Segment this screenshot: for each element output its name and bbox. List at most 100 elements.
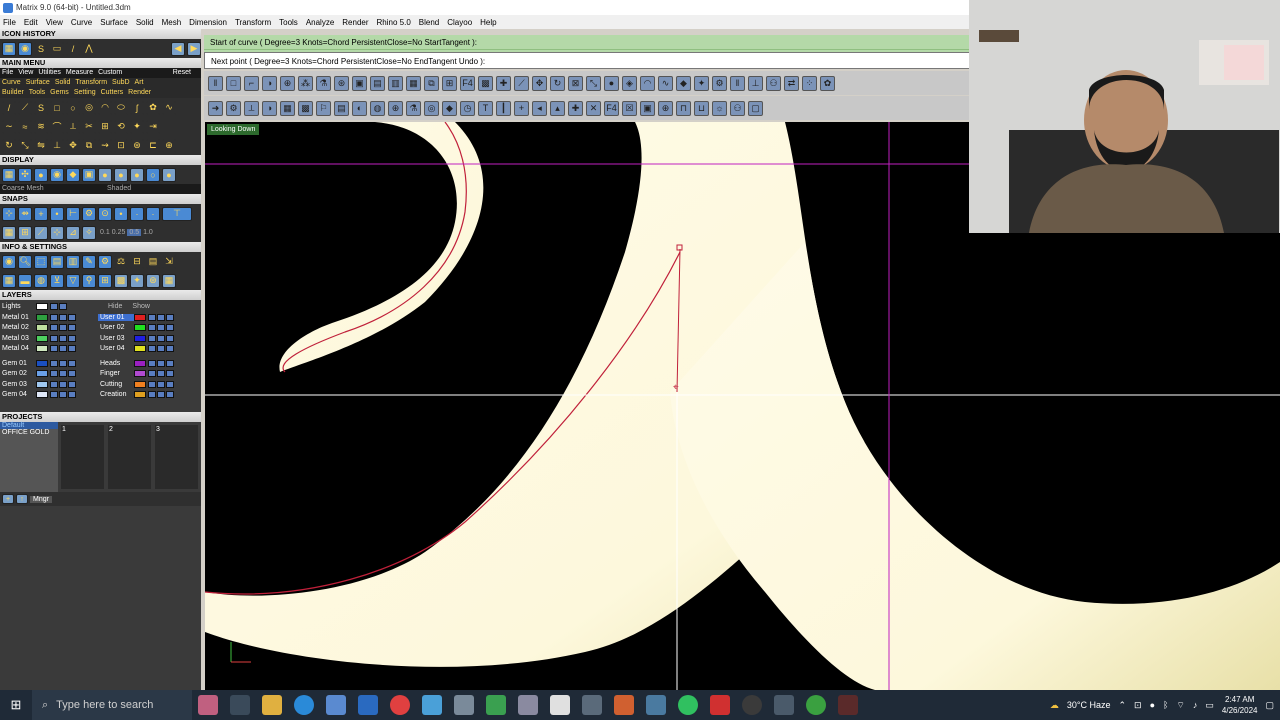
fillet-icon[interactable]: ⌒ — [50, 119, 64, 134]
gear-icon[interactable]: ⚙ — [712, 75, 727, 91]
target-icon[interactable]: ⊛ — [334, 75, 349, 91]
arc-icon[interactable]: ◠ — [98, 100, 112, 115]
layout-icon[interactable]: ▦ — [2, 273, 16, 288]
forward-arrow-icon[interactable]: ▶ — [187, 41, 201, 56]
circle-center-icon[interactable]: ◎ — [82, 100, 96, 115]
up-project-icon[interactable]: ↑ — [16, 494, 28, 504]
network-icon[interactable]: ⊞ — [442, 75, 457, 91]
grid-icon[interactable]: ▦ — [280, 100, 295, 116]
show-label[interactable]: Show — [132, 303, 150, 310]
light-icon[interactable]: ☼ — [712, 100, 727, 116]
stamp-icon[interactable]: ⊠ — [568, 75, 583, 91]
add-project-icon[interactable]: + — [2, 494, 14, 504]
speed-icon[interactable] — [742, 695, 762, 715]
settings-icon[interactable]: ⚙ — [226, 100, 241, 116]
save-icon[interactable]: ▣ — [352, 75, 367, 91]
calc-icon[interactable]: ▤ — [334, 100, 349, 116]
arrow-up-icon[interactable]: ▴ — [550, 100, 565, 116]
white-ball-icon[interactable]: ○ — [146, 167, 160, 182]
menu-surface[interactable]: Surface — [100, 18, 128, 27]
layer-color[interactable] — [134, 370, 146, 378]
rotate-icon[interactable]: ↻ — [2, 138, 16, 153]
scale-icon[interactable]: ⤡ — [18, 138, 32, 153]
globe-small-icon[interactable]: ⊕ — [658, 100, 673, 116]
m-app-icon[interactable] — [550, 695, 570, 715]
twist-icon[interactable]: ⊛ — [130, 138, 144, 153]
mesh-icon[interactable]: ⊞ — [98, 273, 112, 288]
submenu-setting[interactable]: Setting — [74, 88, 96, 98]
snap-perp-icon[interactable]: ⊙ — [98, 206, 112, 221]
copy-icon[interactable]: ⧉ — [424, 75, 439, 91]
square-icon[interactable]: □ — [50, 100, 64, 115]
taskbar-search[interactable]: ⌕ Type here to search — [32, 690, 192, 720]
manager-button[interactable]: Mngr — [30, 495, 52, 503]
pause-icon[interactable]: ‖ — [208, 75, 223, 91]
snap-value-3[interactable]: 0.5 — [127, 229, 142, 236]
half-moon-icon[interactable]: ◐ — [352, 100, 367, 116]
zoom-icon[interactable]: 🔍︎ — [18, 254, 32, 269]
arrow-left-icon[interactable]: ◂ — [532, 100, 547, 116]
shaded-view-icon[interactable]: ● — [34, 167, 48, 182]
record-icon[interactable]: ● — [604, 75, 619, 91]
snap-near-icon[interactable]: · — [130, 206, 144, 221]
submenu-transform[interactable]: Transform — [75, 78, 107, 88]
project-office-gold[interactable]: OFFICE GOLD — [0, 429, 58, 436]
line-tool-icon[interactable]: / — [66, 41, 80, 56]
gem-icon[interactable]: ◆ — [442, 100, 457, 116]
project-slot[interactable]: 2 — [108, 425, 151, 489]
volume-icon[interactable]: ♪ — [1193, 700, 1198, 710]
layer-color[interactable] — [36, 391, 48, 399]
layer-row[interactable]: Gem 03 — [0, 379, 98, 390]
snap-int-icon[interactable]: · — [146, 206, 160, 221]
rotate-icon[interactable]: ↻ — [550, 75, 565, 91]
flask-icon[interactable]: ⚗ — [406, 100, 421, 116]
magic-icon[interactable]: ✦ — [130, 273, 144, 288]
bluetooth-icon[interactable]: ᛒ — [1163, 700, 1168, 710]
funnel-icon[interactable]: ▽ — [66, 273, 80, 288]
main-menu-utilities[interactable]: Utilities — [38, 68, 61, 78]
people-icon[interactable]: ⚇ — [766, 75, 781, 91]
circle-icon[interactable]: ○ — [66, 100, 80, 115]
planar-icon[interactable]: ⟋ — [34, 225, 48, 240]
bar-icon[interactable]: ▬ — [18, 273, 32, 288]
layer-color[interactable] — [134, 345, 146, 353]
cross-icon[interactable]: ✚ — [568, 100, 583, 116]
windows-start-icon[interactable]: ⊞ — [0, 690, 32, 720]
submenu-render[interactable]: Render — [128, 88, 151, 98]
snap-value-1[interactable]: 0.1 — [100, 229, 110, 236]
snap-value-2[interactable]: 0.25 — [112, 229, 126, 236]
properties-icon[interactable]: ▤ — [50, 254, 64, 269]
copilot-icon[interactable] — [198, 695, 218, 715]
cluster-icon[interactable]: ⁂ — [298, 75, 313, 91]
lights-lock[interactable] — [59, 302, 67, 310]
layer-color[interactable] — [134, 380, 146, 388]
calculator-icon[interactable] — [582, 695, 602, 715]
layer-color[interactable] — [36, 334, 48, 342]
cross-small-icon[interactable]: ✕ — [586, 100, 601, 116]
menu-help[interactable]: Help — [480, 18, 496, 27]
menu-dimension[interactable]: Dimension — [189, 18, 227, 27]
layer-row[interactable]: Metal 01 — [0, 312, 98, 323]
matrix-icon[interactable] — [486, 695, 506, 715]
snap-toggle-icon[interactable]: ⊤ — [162, 206, 192, 221]
snap-mid-icon[interactable]: ⇴ — [18, 206, 32, 221]
clock-icon[interactable]: ◷ — [460, 100, 475, 116]
snap-quad-icon[interactable]: ⊢ — [66, 206, 80, 221]
brush-icon[interactable]: ⟋ — [514, 75, 529, 91]
store-icon[interactable] — [326, 695, 346, 715]
bucket-icon[interactable]: ⚗ — [316, 75, 331, 91]
layer-row[interactable]: User 01 — [98, 312, 198, 323]
f4-icon-2[interactable]: F4 — [604, 100, 619, 116]
layer-color[interactable] — [134, 359, 146, 367]
offset-icon[interactable]: ≋ — [34, 119, 48, 134]
lock-icon[interactable]: ⊓ — [676, 100, 691, 116]
join-icon[interactable]: ⊞ — [98, 119, 112, 134]
run-icon[interactable]: ⚐ — [316, 100, 331, 116]
wifi-icon[interactable]: ⌔ — [1176, 700, 1184, 711]
menu-blend[interactable]: Blend — [419, 18, 439, 27]
hook-icon[interactable]: ʃ — [130, 100, 144, 115]
layer-color[interactable] — [36, 324, 48, 332]
gray-ball-icon[interactable]: ● — [162, 167, 176, 182]
menu-edit[interactable]: Edit — [24, 18, 38, 27]
network-tray-icon[interactable]: ⊡ — [1134, 700, 1142, 711]
